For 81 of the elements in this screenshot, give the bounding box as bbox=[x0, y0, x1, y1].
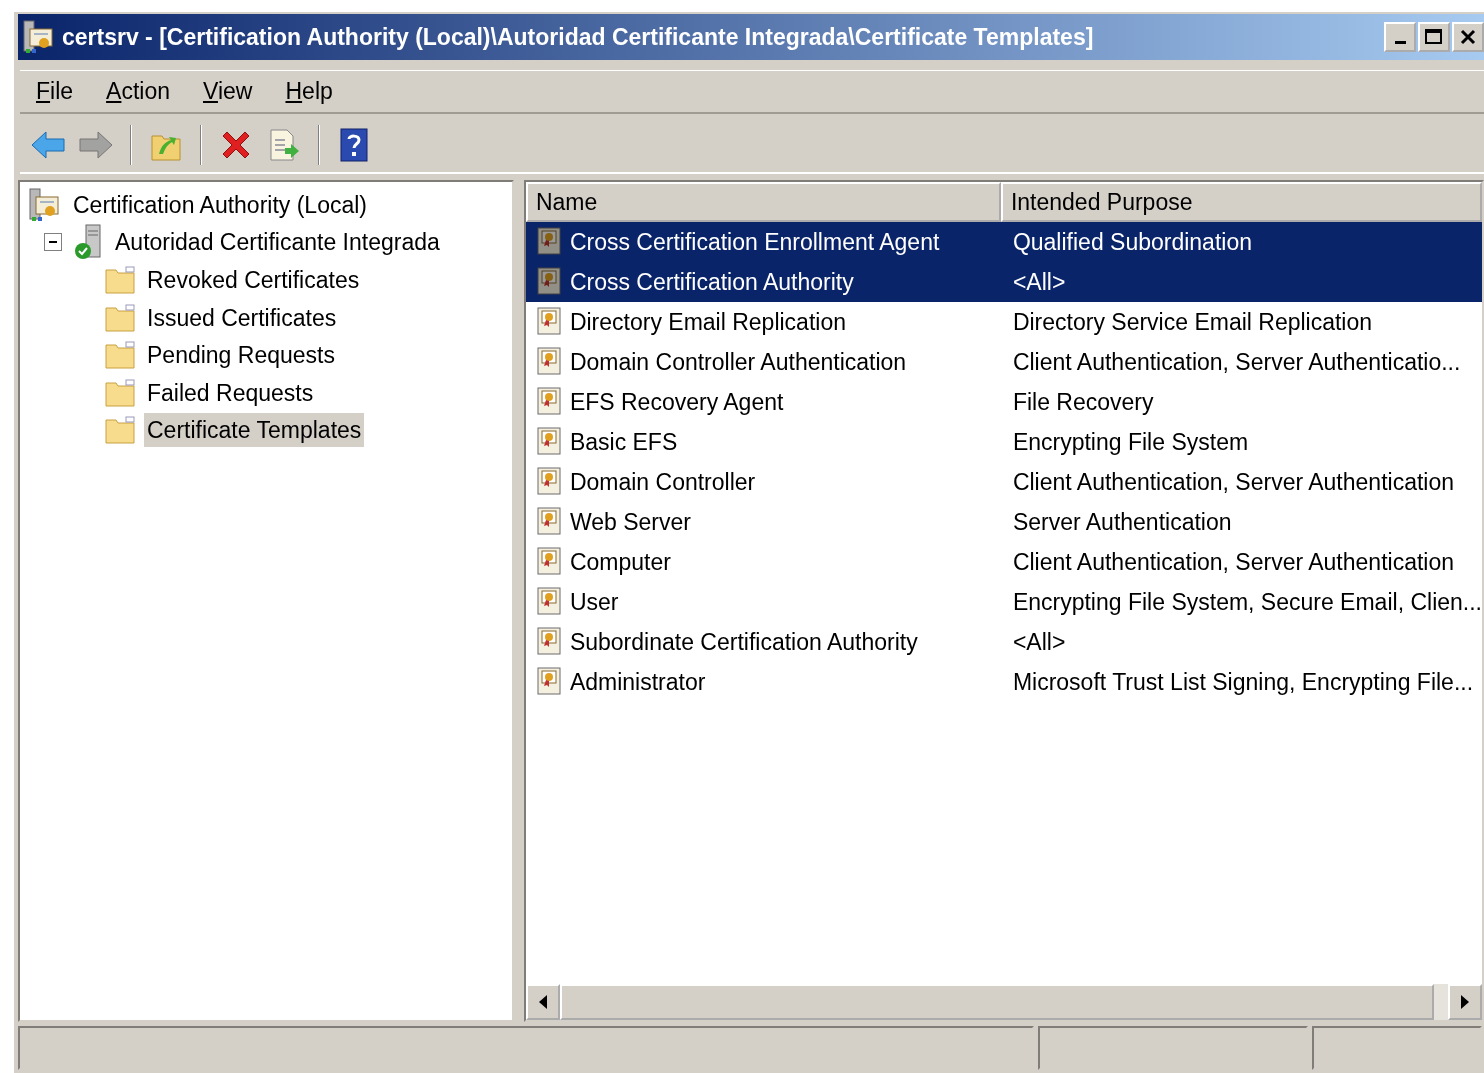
table-cell-text: Subordinate Certification Authority bbox=[568, 627, 919, 657]
tree-item[interactable]: Issued Certificates bbox=[144, 300, 340, 335]
collapse-toggle-icon[interactable] bbox=[44, 233, 62, 252]
window-title: certsrv - [Certification Authority (Local)\Autoridad Certificante Integrada\Certificate Templates] bbox=[62, 22, 1094, 52]
left-triangle-icon bbox=[537, 994, 548, 1010]
certificate-icon bbox=[535, 467, 562, 497]
tree-item[interactable]: Autoridad Certificante Integrada bbox=[112, 225, 443, 260]
list-row[interactable]: Domain Controller Authentication Client Authentication, Server Authenticatio... bbox=[525, 342, 1482, 382]
menu-item[interactable]: Action bbox=[106, 74, 186, 109]
column-header[interactable]: Name bbox=[525, 182, 1001, 222]
certificate-icon bbox=[535, 547, 562, 577]
table-cell-text: <All> bbox=[1011, 267, 1067, 297]
table-cell-text: Server Authentication bbox=[1011, 507, 1233, 537]
certificate-icon bbox=[535, 307, 562, 337]
scroll-right-button[interactable] bbox=[1448, 984, 1482, 1020]
list-row[interactable]: Administrator Microsoft Trust List Signing, Encrypting File... bbox=[525, 662, 1482, 702]
folder-icon bbox=[104, 377, 136, 408]
list-row[interactable]: Basic EFS Encrypting File System bbox=[525, 422, 1482, 462]
table-cell-text: Cross Certification Authority bbox=[568, 267, 855, 297]
list-row[interactable]: Web Server Server Authentication bbox=[525, 502, 1482, 542]
table-cell-text: Microsoft Trust List Signing, Encrypting File... bbox=[1011, 667, 1475, 697]
close-icon bbox=[1460, 29, 1476, 45]
menu-item[interactable]: Help bbox=[285, 74, 349, 109]
table-cell-text: Basic EFS bbox=[568, 427, 679, 457]
server-check-icon bbox=[74, 224, 104, 261]
table-cell-text: Encrypting File System bbox=[1011, 427, 1250, 457]
list-row[interactable]: Cross Certification Enrollment Agent Qualified Subordination bbox=[525, 222, 1482, 262]
folder-icon bbox=[104, 265, 136, 295]
table-cell-text: File Recovery bbox=[1011, 387, 1155, 417]
table-cell-text: Encrypting File System, Secure Email, Clien... bbox=[1011, 587, 1482, 617]
table-cell-text: Cross Certification Enrollment Agent bbox=[568, 227, 941, 257]
certificate-icon bbox=[535, 427, 562, 457]
tree-item[interactable]: Certificate Templates bbox=[144, 413, 365, 448]
list-row[interactable]: Subordinate Certification Authority <All> bbox=[525, 622, 1482, 662]
table-cell-text: Domain Controller Authentication bbox=[568, 347, 908, 377]
table-cell-text: Administrator bbox=[568, 667, 707, 697]
tree-item[interactable]: Pending Requests bbox=[144, 338, 338, 373]
certificate-server-icon bbox=[28, 187, 62, 222]
table-cell-text: Client Authentication, Server Authenticatio... bbox=[1011, 347, 1462, 377]
certificate-icon bbox=[535, 227, 562, 257]
close-button[interactable] bbox=[1452, 22, 1484, 52]
folder-icon bbox=[104, 302, 136, 333]
table-cell-text: User bbox=[568, 587, 620, 617]
table-cell-text: <All> bbox=[1011, 627, 1067, 657]
maximize-button[interactable] bbox=[1418, 22, 1450, 52]
table-cell-text: Qualified Subordination bbox=[1011, 227, 1253, 257]
menu-item[interactable]: File bbox=[36, 74, 90, 109]
certificate-icon bbox=[535, 347, 562, 377]
folder-icon bbox=[104, 340, 136, 371]
certificate-icon bbox=[535, 387, 562, 417]
tree-item[interactable]: Certification Authority (Local) bbox=[70, 187, 370, 222]
table-cell-text: Web Server bbox=[568, 507, 692, 537]
certificate-icon bbox=[535, 267, 562, 297]
table-cell-text: Computer bbox=[568, 547, 672, 577]
list-row[interactable]: User Encrypting File System, Secure Email, Clien... bbox=[525, 582, 1482, 622]
column-header[interactable]: Intended Purpose bbox=[1000, 182, 1482, 222]
certificate-icon bbox=[535, 627, 562, 657]
tree-item[interactable]: Revoked Certificates bbox=[144, 263, 363, 297]
tree-item[interactable]: Failed Requests bbox=[144, 375, 317, 410]
list-row[interactable]: Directory Email Replication Directory Service Email Replication bbox=[525, 302, 1482, 342]
certificate-server-icon bbox=[22, 20, 56, 54]
table-cell-text: Directory Email Replication bbox=[568, 307, 847, 337]
list-row[interactable]: Computer Client Authentication, Server Authentication bbox=[525, 542, 1482, 582]
right-triangle-icon bbox=[1460, 994, 1470, 1010]
certificate-icon bbox=[535, 667, 562, 697]
menu-item[interactable]: View bbox=[203, 74, 269, 109]
table-cell-text: Domain Controller bbox=[568, 467, 757, 497]
certificate-icon bbox=[535, 507, 562, 537]
minimize-button[interactable] bbox=[1384, 22, 1416, 52]
table-cell-text: Directory Service Email Replication bbox=[1011, 307, 1374, 337]
table-cell-text: Client Authentication, Server Authentication bbox=[1011, 467, 1455, 497]
table-cell-text: EFS Recovery Agent bbox=[568, 387, 785, 417]
minimize-icon bbox=[1394, 40, 1406, 44]
scroll-left-button[interactable] bbox=[525, 984, 560, 1020]
maximize-icon bbox=[1425, 29, 1443, 45]
list-row[interactable]: Cross Certification Authority <All> bbox=[525, 262, 1482, 302]
table-cell-text: Client Authentication, Server Authentication bbox=[1011, 547, 1455, 577]
certificate-icon bbox=[535, 587, 562, 617]
list-row[interactable]: Domain Controller Client Authentication, Server Authentication bbox=[525, 462, 1482, 502]
folder-icon bbox=[104, 415, 136, 446]
list-row[interactable]: EFS Recovery Agent File Recovery bbox=[525, 382, 1482, 422]
